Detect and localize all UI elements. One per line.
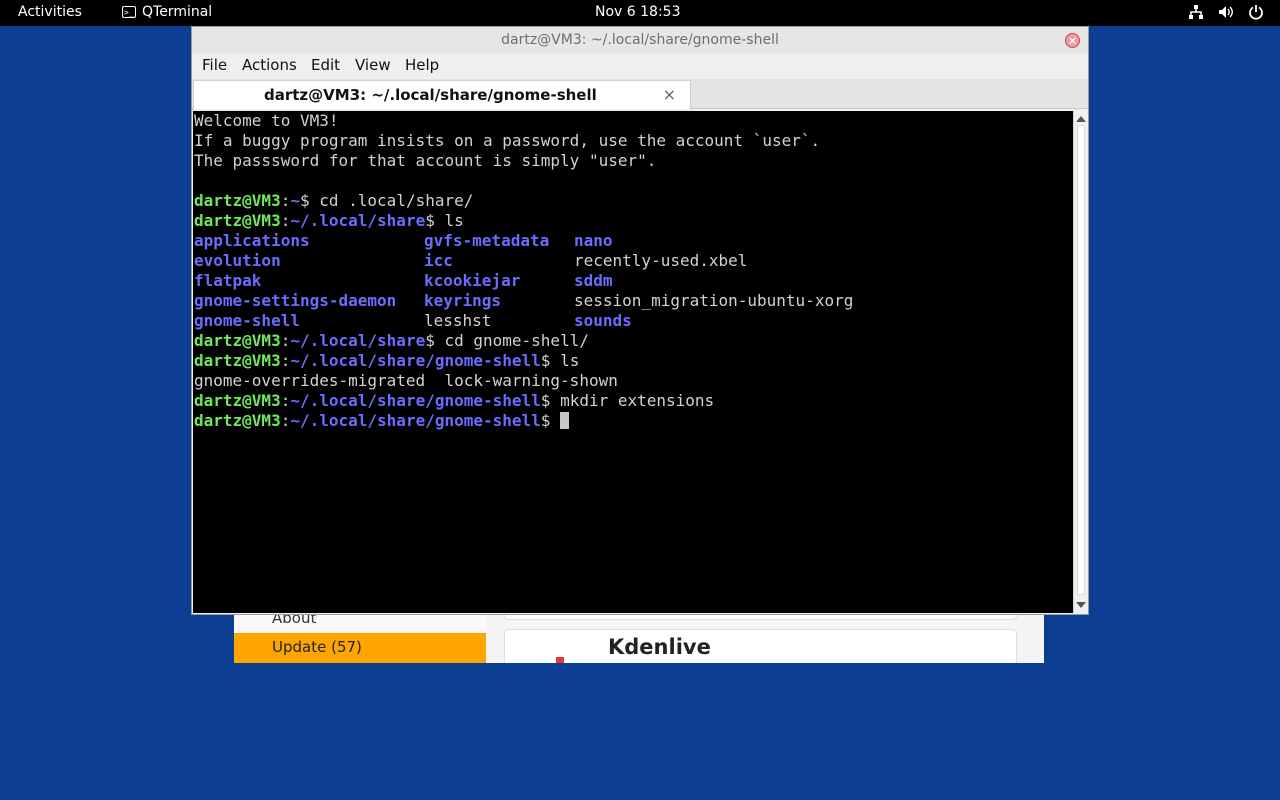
- volume-icon[interactable]: [1218, 4, 1234, 20]
- prompt-path: ~/.local/share/gnome-shell: [290, 351, 541, 370]
- motd-line: The passsword for that account is simply…: [194, 151, 657, 170]
- prompt-line: dartz@VM3:~/.local/share$ ls: [194, 211, 464, 230]
- menu-file[interactable]: File: [202, 56, 227, 74]
- prompt-user: dartz@VM3: [194, 391, 281, 410]
- ls-entry-dir: gnome-settings-daemon: [194, 291, 397, 310]
- prompt-user: dartz@VM3: [194, 191, 281, 210]
- motd-line: If a buggy program insists on a password…: [194, 131, 821, 150]
- qterminal-window: dartz@VM3: ~/.local/share/gnome-shell × …: [192, 27, 1088, 614]
- clock[interactable]: Nov 6 18:53: [595, 4, 680, 20]
- ls-entry-dir: gnome-shell: [194, 311, 300, 330]
- ls-entry-file: recently-used.xbel: [574, 251, 748, 270]
- title-bar[interactable]: dartz@VM3: ~/.local/share/gnome-shell ×: [192, 27, 1088, 54]
- ls-entry-dir: gvfs-metadata: [424, 231, 550, 250]
- ls-entry-dir: keyrings: [424, 291, 502, 310]
- tab-close-icon[interactable]: ×: [663, 85, 676, 104]
- app-menu-label: QTerminal: [142, 4, 213, 20]
- command-text: cd gnome-shell/: [444, 331, 589, 350]
- scrollbar-track[interactable]: [1077, 125, 1085, 595]
- ls-entry-dir: sounds: [574, 311, 632, 330]
- menu-actions[interactable]: Actions: [242, 56, 297, 74]
- scroll-down-icon[interactable]: [1076, 602, 1086, 608]
- ls-entry-dir: flatpak: [194, 271, 262, 290]
- prompt-line: dartz@VM3:~$ cd .local/share/: [194, 191, 474, 210]
- terminal-icon: >_: [122, 6, 136, 18]
- motd-line: Welcome to VM3!: [194, 111, 339, 130]
- prompt-line: dartz@VM3:~/.local/share/gnome-shell$ ls: [194, 351, 580, 370]
- app-icon: [556, 657, 564, 663]
- prompt-path: ~/.local/share: [290, 331, 426, 350]
- power-icon[interactable]: [1248, 4, 1264, 20]
- menu-help[interactable]: Help: [405, 56, 439, 74]
- prompt-path: ~/.local/share/gnome-shell: [290, 391, 541, 410]
- prompt-user: dartz@VM3: [194, 351, 281, 370]
- software-sidebar: About Update (57): [234, 612, 486, 663]
- ls-entry-dir: sddm: [574, 271, 613, 290]
- prompt-path: ~/.local/share/gnome-shell: [290, 411, 541, 430]
- command-text: mkdir extensions: [560, 391, 715, 410]
- system-tray[interactable]: [1188, 4, 1264, 20]
- prompt-line: dartz@VM3:~/.local/share/gnome-shell$ mk…: [194, 391, 715, 410]
- ls-entry-dir: evolution: [194, 251, 281, 270]
- prompt-line: dartz@VM3:~/.local/share/gnome-shell$: [194, 411, 570, 431]
- ls-entry-dir: nano: [574, 231, 613, 250]
- window-title: dartz@VM3: ~/.local/share/gnome-shell: [501, 32, 779, 48]
- prompt-user: dartz@VM3: [194, 331, 281, 350]
- prompt-line: dartz@VM3:~/.local/share$ cd gnome-shell…: [194, 331, 589, 350]
- text-cursor: [560, 412, 570, 429]
- ls-entry-dir: kcookiejar: [424, 271, 521, 290]
- terminal-output[interactable]: Welcome to VM3! If a buggy program insis…: [193, 111, 1073, 613]
- app-menu[interactable]: >_ QTerminal: [122, 4, 212, 20]
- ls-entry-file: lesshst: [424, 311, 492, 330]
- prompt-path: ~/.local/share: [290, 211, 426, 230]
- software-center-window: About Update (57) Kdenlive: [234, 612, 1044, 663]
- menu-bar: File Actions Edit View Help: [192, 54, 1088, 79]
- ls-entry-dir: icc: [424, 251, 453, 270]
- sidebar-item-update-label: Update (57): [272, 638, 362, 656]
- app-card-title: Kdenlive: [608, 635, 711, 659]
- command-text: cd .local/share/: [319, 191, 474, 210]
- menu-view[interactable]: View: [355, 56, 391, 74]
- command-text: ls: [560, 351, 580, 370]
- prompt-path: ~: [290, 191, 300, 210]
- scroll-up-icon[interactable]: [1076, 116, 1086, 122]
- close-icon[interactable]: ×: [1065, 33, 1080, 48]
- vertical-scrollbar[interactable]: [1073, 111, 1088, 613]
- prompt-user: dartz@VM3: [194, 411, 281, 430]
- command-text: ls: [444, 211, 464, 230]
- ls-entry-file: session_migration-ubuntu-xorg: [574, 291, 854, 310]
- tab-terminal[interactable]: dartz@VM3: ~/.local/share/gnome-shell ×: [193, 80, 691, 109]
- sidebar-item-update[interactable]: Update (57): [234, 633, 486, 663]
- activities-button[interactable]: Activities: [18, 4, 82, 20]
- prompt-user: dartz@VM3: [194, 211, 281, 230]
- sidebar-item-about[interactable]: About: [272, 612, 316, 627]
- ls-output: gnome-overrides-migrated lock-warning-sh…: [194, 371, 618, 390]
- top-bar: Activities >_ QTerminal Nov 6 18:53: [0, 0, 1280, 26]
- tab-bar: dartz@VM3: ~/.local/share/gnome-shell ×: [192, 79, 1088, 109]
- menu-edit[interactable]: Edit: [311, 56, 340, 74]
- ls-entry-dir: applications: [194, 231, 310, 250]
- network-icon[interactable]: [1188, 4, 1204, 20]
- app-card-kdenlive[interactable]: [504, 629, 1017, 663]
- tab-label: dartz@VM3: ~/.local/share/gnome-shell: [264, 86, 597, 104]
